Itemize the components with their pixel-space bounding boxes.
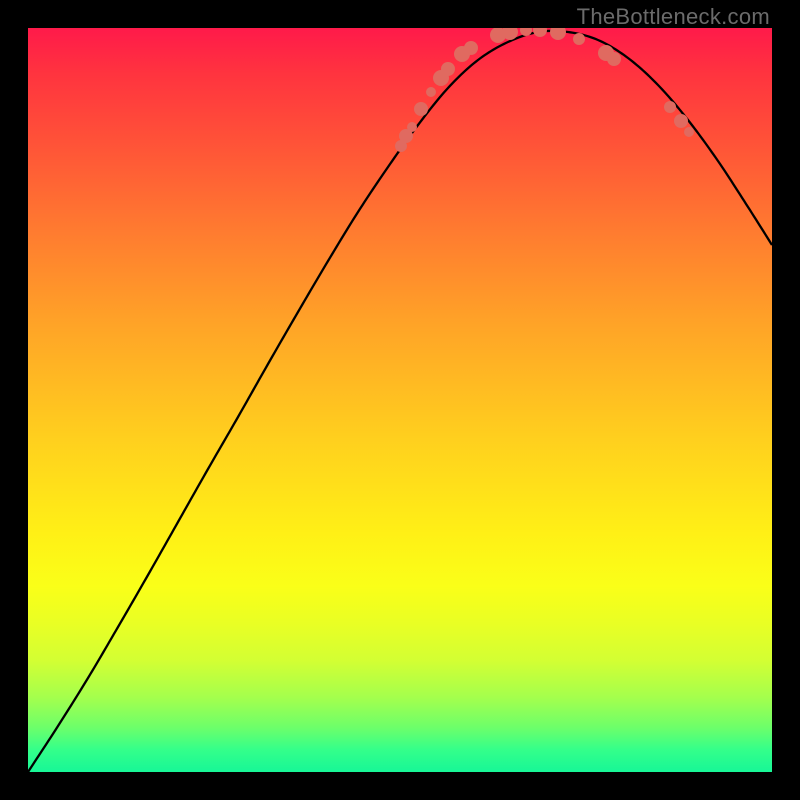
curve-marker — [407, 122, 417, 132]
curve-marker — [414, 102, 428, 116]
curve-marker — [533, 28, 547, 37]
watermark-text: TheBottleneck.com — [577, 4, 770, 30]
curve-marker — [464, 41, 478, 55]
chart-area — [28, 28, 772, 772]
chart-svg — [28, 28, 772, 772]
curve-marker — [674, 114, 688, 128]
curve-marker — [684, 127, 694, 137]
curve-marker — [607, 52, 621, 66]
curve-marker — [550, 28, 566, 40]
curve-marker — [441, 62, 455, 76]
curve-marker — [573, 33, 585, 45]
curve-marker — [426, 87, 436, 97]
curve-marker — [664, 101, 676, 113]
curve-markers — [395, 28, 694, 152]
